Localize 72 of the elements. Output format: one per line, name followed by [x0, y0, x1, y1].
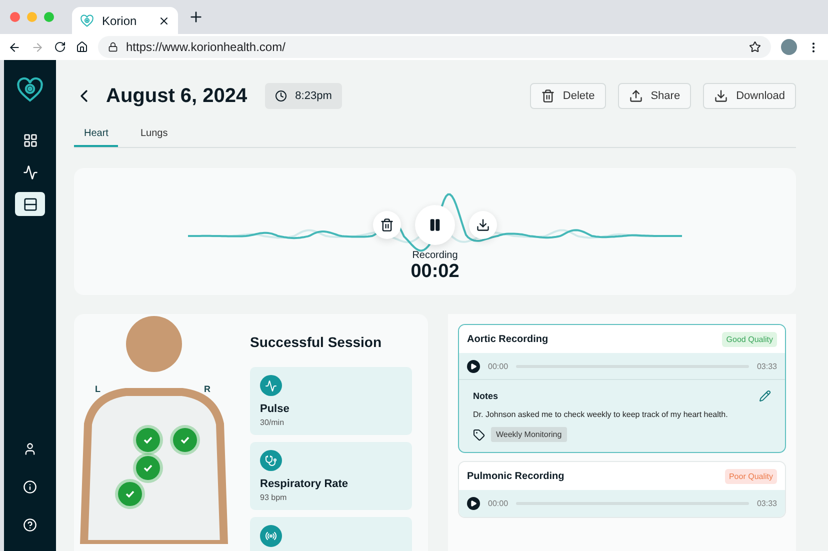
recording-title: Aortic Recording [467, 334, 548, 344]
lock-icon [108, 42, 118, 52]
trash-icon [540, 89, 555, 103]
action-button[interactable]: Download [703, 83, 796, 109]
metric-value: 93 bpm [260, 493, 288, 502]
recording-card[interactable]: Aortic Recording Good Quality 00:00 03:33 Notes Dr. Johnson asked me to check weekly to keep track of my heart health. Weekly Monitoring [458, 324, 786, 453]
check-icon [143, 435, 153, 445]
time-chip: 8:23pm [265, 83, 342, 109]
duration: 03:33 [756, 362, 777, 370]
action-button[interactable]: Delete [530, 83, 606, 109]
rows-icon [22, 196, 38, 212]
play-button[interactable] [467, 497, 480, 510]
download-icon [714, 89, 728, 103]
check-icon [125, 489, 135, 499]
recording-card[interactable]: Pulmonic Recording Poor Quality 00:00 03:33 [458, 461, 786, 518]
trash-icon [380, 218, 394, 232]
notes-title: Notes [473, 391, 498, 401]
left-side-label: L [95, 384, 100, 394]
delete-button[interactable] [373, 211, 401, 239]
heart-logo-icon [16, 76, 44, 104]
tab[interactable]: Lungs [130, 124, 178, 147]
current-time: 00:00 [488, 362, 508, 370]
tab[interactable]: Heart [74, 124, 118, 147]
help-icon [23, 518, 37, 532]
note-tag: Weekly Monitoring [491, 427, 567, 442]
pulse-icon [22, 164, 38, 180]
address-bar[interactable]: https://www.korionhealth.com/ [98, 36, 771, 58]
edit-icon[interactable] [759, 390, 771, 402]
play-icon [470, 500, 477, 507]
page-title: August 6, 2024 [106, 84, 248, 108]
reload-icon[interactable] [54, 41, 66, 53]
download-button[interactable] [469, 211, 497, 239]
browser-tab[interactable]: Korion [72, 7, 178, 34]
signal-icon [260, 525, 282, 547]
duration: 03:33 [756, 499, 777, 508]
play-button[interactable] [467, 360, 480, 372]
metric-value: 30/min [260, 418, 286, 427]
tag-icon [473, 428, 485, 440]
nav-item[interactable] [15, 192, 45, 216]
share-icon [628, 89, 643, 103]
current-time: 00:00 [488, 499, 508, 508]
metric-label: Respiratory Rate [260, 478, 350, 490]
recording-status: Recording [412, 250, 458, 261]
right-side-label: R [204, 384, 210, 394]
avatar[interactable] [781, 39, 797, 55]
elapsed-time: 00:02 [410, 261, 460, 283]
pause-icon [428, 218, 442, 232]
quality-badge: Poor Quality [724, 468, 777, 484]
recording-title: Pulmonic Recording [467, 470, 564, 482]
heart-logo-icon [80, 14, 94, 28]
stethoscope-icon [260, 450, 282, 471]
grid-icon [22, 132, 38, 148]
download-icon [476, 218, 490, 232]
quality-badge: Good Quality [722, 332, 777, 346]
check-icon [180, 435, 190, 445]
back-icon[interactable] [8, 40, 21, 54]
home-icon[interactable] [76, 41, 88, 53]
info-icon [23, 480, 37, 494]
metric-label: Pulse [260, 403, 290, 415]
clock-icon [275, 90, 288, 102]
pause-button[interactable] [415, 205, 455, 245]
star-icon[interactable] [749, 41, 761, 53]
user-icon [23, 442, 37, 456]
pulse-icon [260, 375, 282, 396]
play-icon [470, 362, 477, 370]
tab-title: Korion [102, 14, 138, 28]
check-icon [143, 463, 153, 473]
session-title: Successful Session [250, 334, 383, 350]
new-tab-icon[interactable] [188, 9, 204, 25]
note-text: Dr. Johnson asked me to check weekly to keep track of my heart health. [473, 410, 729, 419]
close-icon[interactable] [158, 14, 170, 26]
action-button[interactable]: Share [618, 83, 692, 109]
